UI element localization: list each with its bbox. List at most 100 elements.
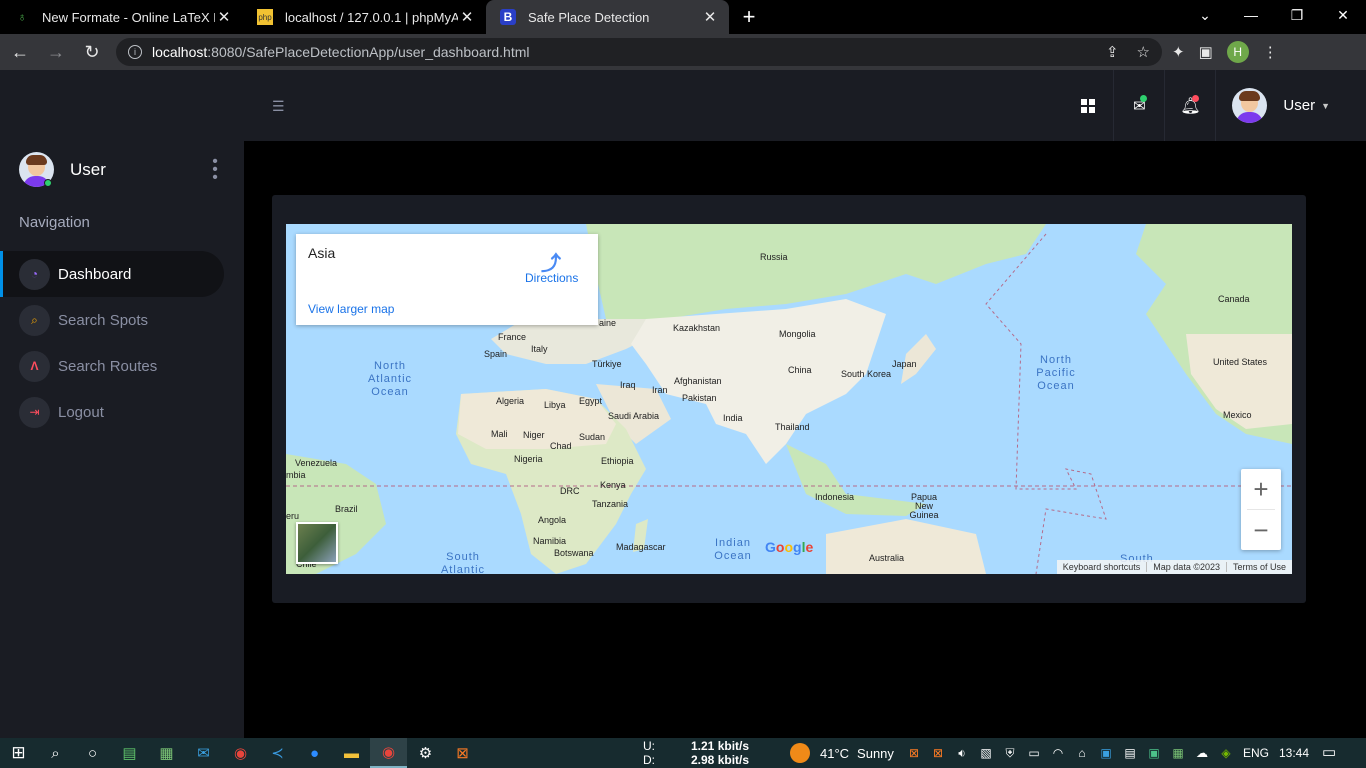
sql-app-icon[interactable]: ▤ [111,738,148,768]
file-explorer-icon[interactable]: ▬ [333,738,370,768]
terms-of-use-link[interactable]: Terms of Use [1225,562,1292,572]
share-icon[interactable]: ⇪ [1106,43,1119,61]
ocean-label-north-atlantic: North Atlantic Ocean [367,360,413,398]
profile-avatar[interactable]: H [1226,41,1249,63]
volume-icon[interactable]: 🔉︎ [953,746,971,761]
reload-button[interactable]: ↻ [76,36,108,68]
notifications-button[interactable]: 🔔︎ [1165,70,1217,141]
map-label-niger: Niger [523,430,545,440]
mail-icon[interactable]: ✉ [185,738,222,768]
tab-close-icon[interactable]: ✕ [701,8,719,26]
network-icon[interactable]: ⌂ [1073,746,1091,760]
network-speed-meter: U: 1.21 kbit/s D: 2.98 kbit/s [643,738,749,768]
apps-grid-button[interactable] [1063,70,1115,141]
map-label-madagascar: Madagascar [616,542,666,552]
keyboard-icon[interactable]: ▤ [1121,746,1139,760]
window-controls: ⌄ — ❐ ✕ [1182,0,1366,30]
tab-search-icon[interactable]: ⌄ [1182,0,1228,30]
bookmark-star-icon[interactable]: ☆ [1137,43,1150,61]
tab-close-icon[interactable]: ✕ [458,8,476,26]
back-button[interactable]: ← [4,36,36,68]
keyboard-shortcuts-link[interactable]: Keyboard shortcuts [1057,562,1147,572]
battery-icon[interactable]: ▭ [1025,746,1043,760]
directions-link[interactable]: Directions [525,271,578,285]
system-tray: ⊠ ⊠ 🔉︎ ▧ ⛨ ▭ ◠ ⌂ ▣ ▤ ▣ ▦ ☁ ◈ [905,738,1235,768]
site-info-icon[interactable]: i [128,45,142,59]
tab-title: Safe Place Detection [528,9,650,25]
zoom-icon[interactable]: ● [296,738,333,768]
messages-button[interactable]: ✉ [1114,70,1166,141]
map-label-mongolia: Mongolia [779,329,816,339]
cloud-icon[interactable]: ☁ [1193,746,1211,760]
security-shield-icon[interactable]: ⛨ [1001,746,1019,761]
browser-menu-icon[interactable]: ⋮ [1263,43,1278,61]
map-label-kazakhstan: Kazakhstan [673,323,721,333]
browser-tab-latex[interactable]: ♁ New Formate - Online LaTeX Edit ✕ [0,0,243,34]
new-tab-button[interactable]: + [735,3,763,31]
chevron-down-icon: ▼ [1321,100,1330,111]
upload-speed: 1.21 kbit/s [691,739,750,753]
close-window-button[interactable]: ✕ [1320,0,1366,30]
view-larger-map-link[interactable]: View larger map [308,302,394,316]
main-content: Russia Canada aine Kazakhstan Mongolia F… [244,141,1366,738]
search-spots-icon: ⌕ [19,304,50,336]
chrome-icon[interactable]: ◉ [222,738,259,768]
photos-icon[interactable]: ▦ [148,738,185,768]
notification-center-icon[interactable]: ▭ [1322,743,1336,761]
place-info-card: Asia ⤴ Directions View larger map [296,234,598,325]
sidebar-item-dashboard[interactable]: ◔ Dashboard [0,251,224,297]
nvidia-icon[interactable]: ◈ [1217,746,1235,760]
map-label-kenya: Kenya [600,480,626,490]
sidebar-item-search-routes[interactable]: Ʌ Search Routes [0,343,224,389]
zoom-in-button[interactable]: + [1241,469,1281,509]
photos-tray-icon[interactable]: ▦ [1169,746,1187,760]
windows-start-icon[interactable]: ⊞ [0,738,37,768]
map-label-thailand: Thailand [775,422,810,432]
nav-section-title: Navigation [19,214,90,231]
xampp-tray-icon-2[interactable]: ⊠ [929,746,947,760]
map-label-brazil: Brazil [335,504,358,514]
map-label-australia: Australia [869,553,905,563]
map-label-tanzania: Tanzania [592,499,629,509]
url-bar[interactable]: i localhost :8080/SafePlaceDetectionApp/… [116,38,1162,66]
sidebar-item-search-spots[interactable]: ⌕ Search Spots [0,297,224,343]
weather-widget[interactable]: 41°C Sunny [790,738,894,768]
side-panel-icon[interactable]: ▣ [1199,43,1213,61]
map-label-russia: Russia [760,252,788,262]
minimize-button[interactable]: — [1228,0,1274,30]
satellite-toggle[interactable] [296,522,338,564]
embedded-map[interactable]: Russia Canada aine Kazakhstan Mongolia F… [286,224,1292,574]
header-actions: ✉ 🔔︎ User ▼ [1063,70,1366,141]
map-label-aine: aine [599,318,617,328]
tab-close-icon[interactable]: ✕ [215,8,233,26]
vscode-icon[interactable]: ≺ [259,738,296,768]
browser-tab-phpmyadmin[interactable]: php localhost / 127.0.0.1 | phpMyAdm ✕ [243,0,486,34]
extensions-icon[interactable]: ✦ [1172,43,1185,61]
settings-gear-icon[interactable]: ⚙ [407,738,444,768]
more-options-icon[interactable]: • • • [211,154,219,186]
sidebar-item-logout[interactable]: ⇥ Logout [0,389,224,435]
wifi-icon[interactable]: ◠ [1049,746,1067,760]
xampp-icon[interactable]: ⊠ [444,738,481,768]
green-app-icon[interactable]: ▣ [1145,746,1163,760]
chrome-running-icon[interactable]: ◉ [370,738,407,768]
xampp-tray-icon[interactable]: ⊠ [905,746,923,760]
browser-toolbar: ← → ↻ i localhost :8080/SafePlaceDetecti… [0,34,1366,70]
user-menu[interactable]: User ▼ [1216,70,1366,141]
maximize-button[interactable]: ❐ [1274,0,1320,30]
tray-app-icon[interactable]: ▧ [977,746,995,760]
browser-tab-safe-place[interactable]: B Safe Place Detection ✕ [486,0,729,34]
phpmyadmin-icon: php [257,9,273,25]
overleaf-icon: ♁ [17,10,27,24]
forward-button[interactable]: → [40,36,72,68]
header-user-name: User [1283,97,1316,114]
menu-toggle-icon[interactable]: ☰ [272,98,285,115]
zoom-out-button[interactable]: − [1241,510,1281,550]
bluetooth-app-icon[interactable]: ▣ [1097,746,1115,760]
language-indicator[interactable]: ENG [1243,746,1269,760]
map-label-indonesia: Indonesia [815,492,855,502]
map-label-nigeria: Nigeria [514,454,543,464]
clock[interactable]: 13:44 [1279,746,1309,760]
cortana-icon[interactable]: ○ [74,738,111,768]
search-icon[interactable]: ⌕ [37,738,74,768]
